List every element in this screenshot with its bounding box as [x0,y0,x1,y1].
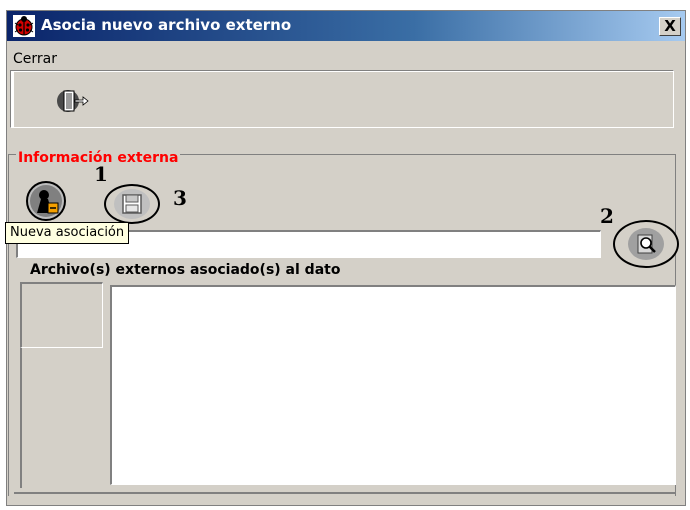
associated-files-label: Archivo(s) externos asociado(s) al dato [30,262,341,278]
exit-door-icon[interactable] [55,85,89,115]
close-icon: X [664,17,676,35]
save-disk-icon [114,189,150,219]
title-bar[interactable]: Asocia nuevo archivo externo X [7,11,685,41]
tooltip: Nueva asociación [5,222,130,244]
annotation-1: 1 [94,162,108,186]
new-association-icon [30,185,62,217]
window-title: Asocia nuevo archivo externo [41,16,292,34]
toolbar-inner [11,71,673,127]
menu-item-cerrar[interactable]: Cerrar [13,51,57,67]
app-ladybug-icon [13,15,35,37]
side-panel [20,282,103,348]
group-bottom-border [14,492,676,494]
save-button[interactable] [104,184,160,224]
browse-button[interactable] [613,220,679,268]
annotation-2: 2 [600,204,614,228]
menu-bar: Cerrar [7,45,685,73]
associated-files-list[interactable] [110,285,676,485]
browse-search-icon [628,228,664,260]
side-panel-divider [20,348,23,488]
new-association-button[interactable] [26,181,66,221]
toolbar [10,70,674,128]
close-button[interactable]: X [659,17,681,36]
annotation-3: 3 [173,186,187,210]
